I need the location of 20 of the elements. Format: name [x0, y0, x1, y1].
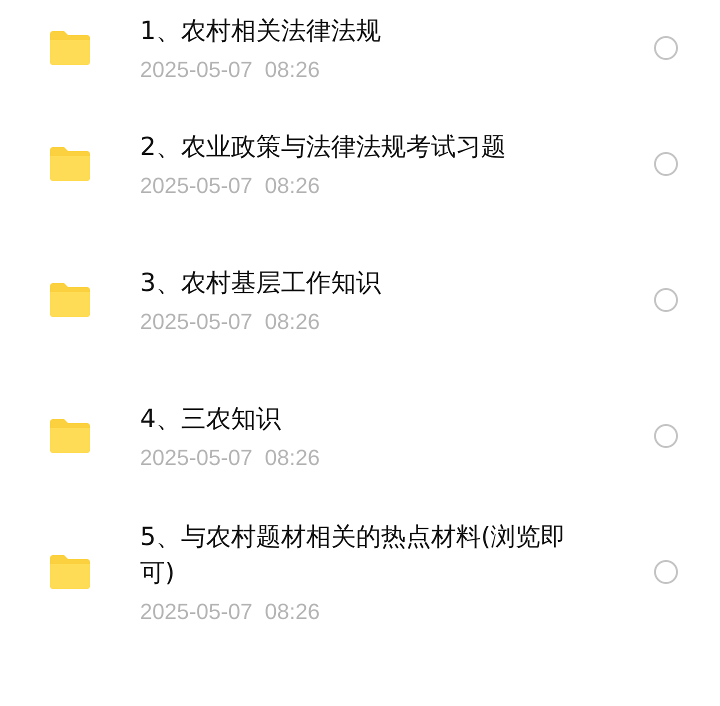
select-radio[interactable]	[654, 152, 678, 176]
file-date: 2025-05-07 08:26	[140, 173, 321, 199]
file-name[interactable]: 3、农村基层工作知识	[140, 265, 600, 301]
select-radio[interactable]	[654, 36, 678, 60]
folder-icon	[48, 554, 92, 590]
file-date: 2025-05-07 08:26	[140, 599, 321, 625]
folder-icon	[48, 418, 92, 454]
file-date: 2025-05-07 08:26	[140, 57, 321, 83]
file-name[interactable]: 5、与农村题材相关的热点材料(浏览即可)	[140, 519, 600, 591]
file-name[interactable]: 1、农村相关法律法规	[140, 13, 600, 49]
select-radio[interactable]	[654, 288, 678, 312]
folder-icon	[48, 30, 92, 66]
file-date: 2025-05-07 08:26	[140, 309, 321, 335]
select-radio[interactable]	[654, 560, 678, 584]
folder-icon	[48, 282, 92, 318]
file-name[interactable]: 2、农业政策与法律法规考试习题	[140, 129, 600, 165]
folder-icon	[48, 146, 92, 182]
file-date: 2025-05-07 08:26	[140, 445, 321, 471]
select-radio[interactable]	[654, 424, 678, 448]
file-name[interactable]: 4、三农知识	[140, 401, 600, 437]
